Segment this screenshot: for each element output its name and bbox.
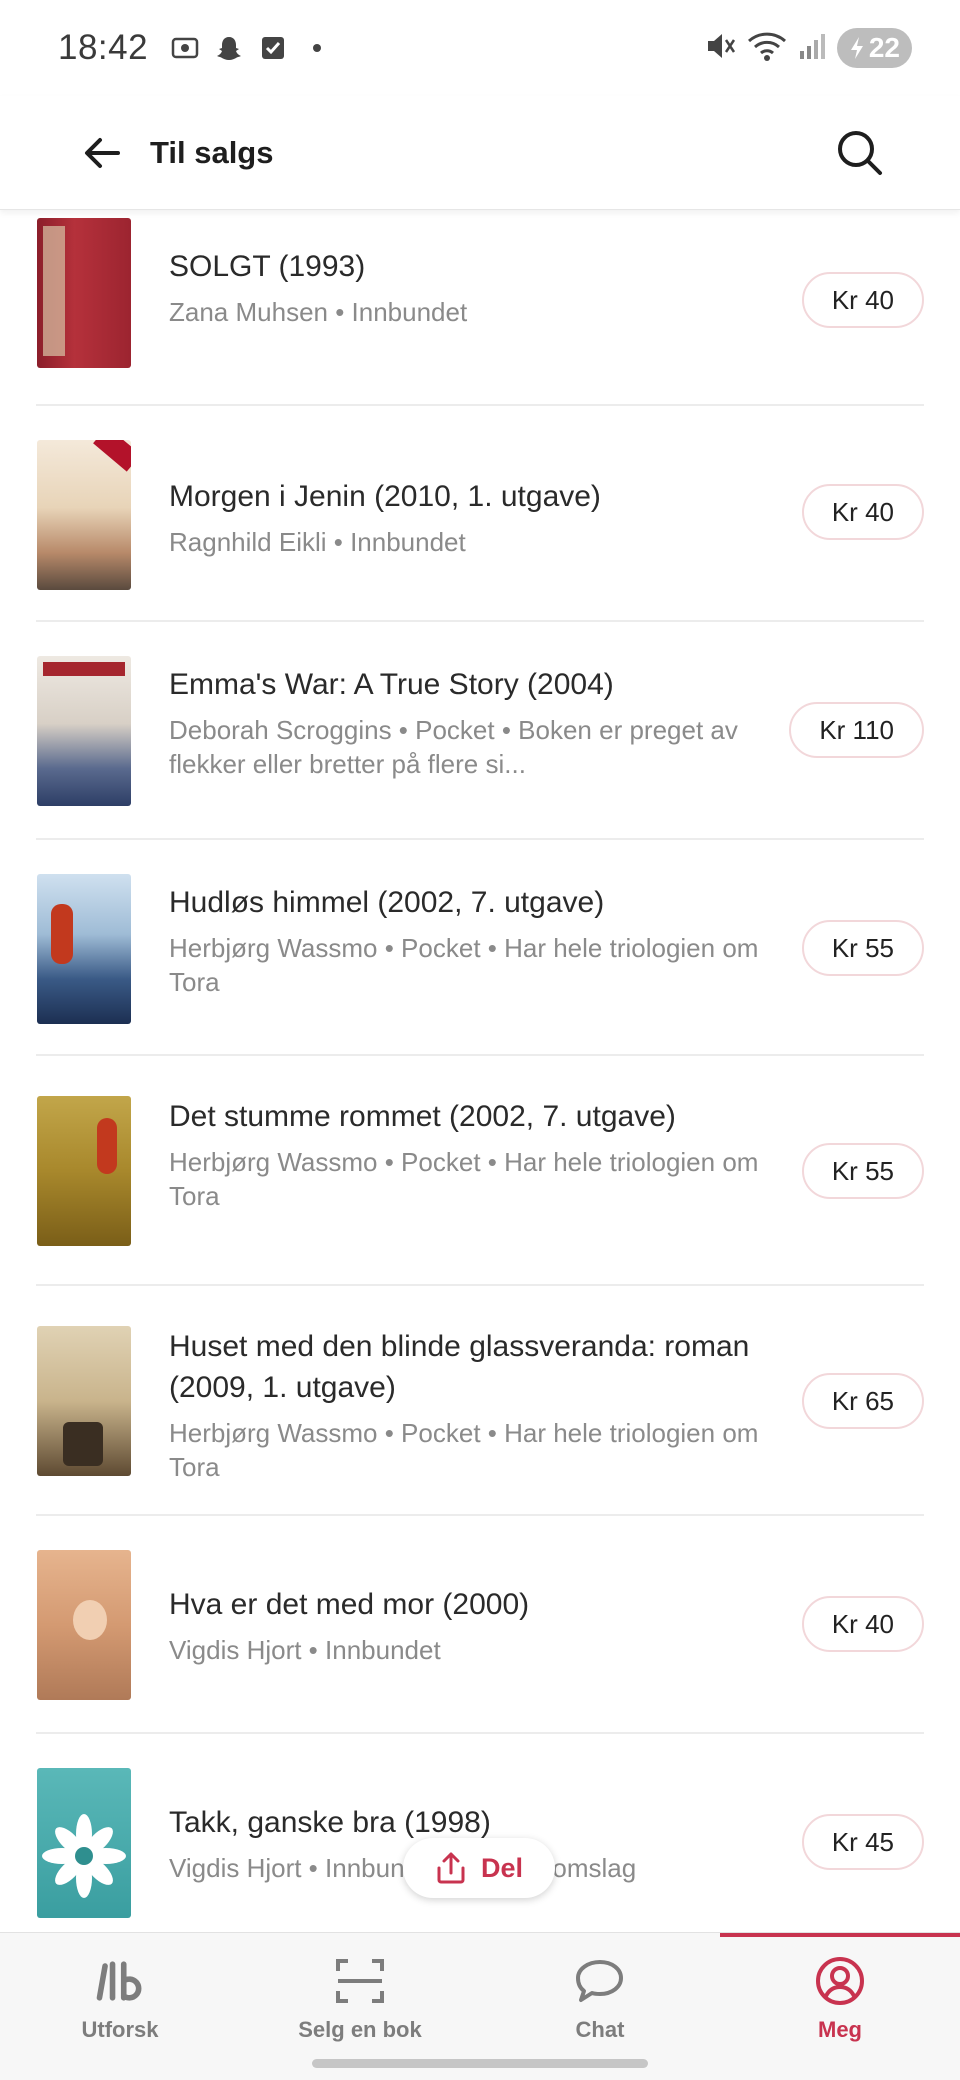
tab-label: Chat (575, 2017, 625, 2042)
book-meta: Ragnhild Eikli • Innbundet (169, 527, 466, 557)
snapchat-icon (214, 33, 244, 63)
tab-chat[interactable]: Chat (480, 1933, 720, 2053)
share-label: Del (480, 1852, 524, 1883)
scan-icon (332, 1953, 388, 2009)
signal-icon (797, 31, 827, 66)
book-title: Huset med den blinde glassveranda: roman… (169, 1330, 750, 1404)
bottom-nav: Utforsk Selg en bok Chat Meg (0, 1932, 960, 2080)
explore-logo-icon (92, 1953, 148, 2009)
tab-utforsk[interactable]: Utforsk (0, 1933, 240, 2053)
list-item[interactable]: Det stumme rommet (2002, 7. utgave) Herb… (36, 1056, 924, 1286)
book-meta: Herbjørg Wassmo • Pocket • Har hele trio… (169, 933, 759, 997)
book-title: Hva er det med mor (2000) (169, 1588, 530, 1621)
gesture-home-bar[interactable] (312, 2059, 648, 2068)
screenshot-icon (170, 33, 200, 63)
book-cover (37, 1326, 131, 1476)
mute-icon (703, 29, 737, 68)
book-cover (37, 1550, 131, 1700)
book-meta: Deborah Scroggins • Pocket • Boken er pr… (169, 715, 738, 779)
price-badge[interactable]: Kr 40 (801, 484, 924, 540)
tab-label: Utforsk (81, 2017, 159, 2042)
tab-label: Selg en bok (298, 2017, 422, 2042)
book-cover (37, 1768, 131, 1918)
book-meta: Herbjørg Wassmo • Pocket • Har hele trio… (169, 1147, 759, 1211)
list-item[interactable]: Hva er det med mor (2000) Vigdis Hjort •… (36, 1516, 924, 1734)
battery-indicator: 22 (836, 28, 912, 68)
share-icon (437, 1852, 465, 1884)
book-meta: Zana Muhsen • Innbundet (169, 297, 468, 327)
profile-icon (812, 1953, 868, 2009)
book-cover (37, 440, 131, 590)
status-system-icons: 22 (703, 28, 912, 68)
price-badge[interactable]: Kr 55 (801, 920, 924, 976)
list-item[interactable]: Morgen i Jenin (2010, 1. utgave) Ragnhil… (36, 406, 924, 622)
price-badge[interactable]: Kr 110 (789, 702, 924, 758)
wifi-icon (747, 29, 787, 68)
tab-selg-en-bok[interactable]: Selg en bok (240, 1933, 480, 2053)
status-notification-icons (170, 33, 332, 63)
app-bar: Til salgs (0, 96, 960, 210)
status-time: 18:42 (58, 28, 149, 67)
book-cover (37, 874, 131, 1024)
status-bar: 18:42 22 (0, 0, 960, 96)
price-badge[interactable]: Kr 40 (801, 1596, 924, 1652)
price-badge[interactable]: Kr 65 (801, 1373, 924, 1429)
charging-bolt-icon (850, 37, 863, 59)
price-badge[interactable]: Kr 40 (801, 272, 924, 328)
price-badge[interactable]: Kr 45 (801, 1814, 924, 1870)
book-list: SOLGT (1993) Zana Muhsen • Innbundet Kr … (0, 212, 960, 1932)
chat-bubble-icon (572, 1953, 628, 2009)
book-cover (37, 218, 131, 368)
list-item[interactable]: SOLGT (1993) Zana Muhsen • Innbundet Kr … (36, 212, 924, 406)
share-button[interactable]: Del (403, 1838, 555, 1898)
list-item[interactable]: Emma's War: A True Story (2004) Deborah … (36, 622, 924, 840)
tab-meg[interactable]: Meg (720, 1933, 960, 2053)
tab-label: Meg (818, 2017, 862, 2042)
search-icon[interactable] (830, 123, 890, 183)
back-arrow-icon[interactable] (72, 123, 132, 183)
book-meta: Vigdis Hjort • Innbundet (169, 1635, 441, 1665)
price-badge[interactable]: Kr 55 (801, 1143, 924, 1199)
book-title: Det stumme rommet (2002, 7. utgave) (169, 1100, 676, 1133)
book-title: Hudløs himmel (2002, 7. utgave) (169, 886, 605, 919)
page-title: Til salgs (150, 134, 274, 170)
book-cover (37, 656, 131, 806)
battery-level: 22 (868, 32, 900, 63)
list-item[interactable]: Huset med den blinde glassveranda: roman… (36, 1286, 924, 1516)
book-meta: Herbjørg Wassmo • Pocket • Har hele trio… (169, 1418, 759, 1482)
list-item[interactable]: Hudløs himmel (2002, 7. utgave) Herbjørg… (36, 840, 924, 1056)
dot-icon (302, 33, 332, 63)
list-item[interactable]: Takk, ganske bra (1998) Vigdis Hjort • I… (36, 1734, 924, 1932)
book-title: Emma's War: A True Story (2004) (169, 668, 614, 701)
book-title: Morgen i Jenin (2010, 1. utgave) (169, 480, 601, 513)
book-title: Takk, ganske bra (1998) (169, 1806, 491, 1839)
book-cover (37, 1096, 131, 1246)
book-title: SOLGT (1993) (169, 250, 366, 283)
checkbox-notification-icon (258, 33, 288, 63)
